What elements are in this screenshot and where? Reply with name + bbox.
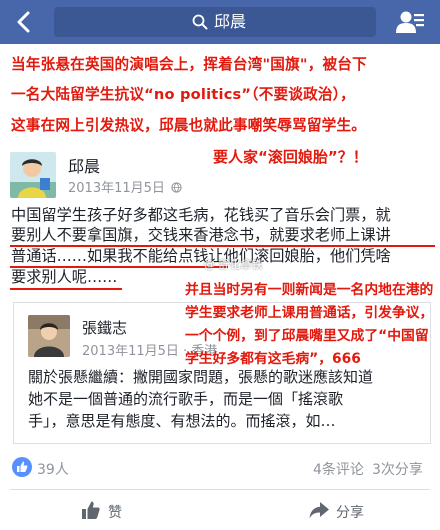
back-arrow-icon[interactable]: [10, 8, 38, 36]
shared-text-line-3: 手」，意思是有態度、有想法的。而搖滾，如…: [28, 412, 336, 430]
red-underline: [10, 266, 228, 268]
side-annotation-line-2: 学生要求老师上课用普通话，引发争议，: [185, 305, 434, 321]
post-date: 2013年11月5日: [68, 181, 165, 196]
side-annotation-line-4: 学生好多都有这毛病”，666: [185, 351, 361, 367]
share-count[interactable]: 3次分享: [372, 459, 423, 479]
divider: [10, 489, 430, 490]
shared-text-line-1: 關於張懸繼續：撇開國家問題，張懸的歌迷應該知道: [28, 368, 374, 386]
watermark: @ 舒化拿铁: [204, 258, 263, 271]
shared-author-name[interactable]: 張鐵志: [82, 317, 127, 338]
annotation-line-2: 一名大陆留学生抗议“no politics”（不要谈政治），: [11, 86, 355, 103]
annotation-line-1: 当年张悬在英国的演唱会上，挥着台湾"国旗"，被台下: [11, 56, 367, 73]
thumbs-up-icon: [82, 501, 100, 519]
share-button-label: 分享: [336, 505, 364, 521]
red-underline: [10, 288, 122, 290]
post-text-line-1: 中国留学生孩子好多都这毛病，花钱买了音乐会门票，就: [11, 206, 391, 224]
annotation-quote: 要人家“滚回娘胎”？！: [213, 148, 368, 166]
post-meta: 2013年11月5日: [68, 177, 182, 196]
post-text-line-4: 要求别人呢……: [11, 268, 118, 286]
globe-icon: [171, 182, 182, 193]
search-input[interactable]: 邱晨: [54, 7, 376, 37]
share-button[interactable]: 分享: [300, 493, 410, 527]
post-text-line-2: 要别人不要拿国旗，交钱来香港念书，就要求老师上课讲: [11, 226, 391, 244]
like-count[interactable]: 39人: [37, 459, 69, 479]
annotation-line-3: 这事在网上引发热议，邱晨也就此事嘲笑辱骂留学生。: [11, 117, 367, 134]
like-reaction-icon: [12, 457, 32, 477]
share-arrow-icon: [309, 502, 329, 519]
post-author-name[interactable]: 邱晨: [68, 153, 100, 177]
shared-post-card[interactable]: 張鐵志 2013年11月5日 · 香港 關於張懸繼續：撇開國家問題，張懸的歌迷應…: [13, 302, 431, 444]
search-query-text: 邱晨: [214, 12, 247, 31]
shared-author-avatar[interactable]: [28, 315, 70, 357]
shared-text-line-2: 她不是一個普通的流行歌手，而是一個「搖滾歌: [28, 390, 344, 408]
comment-count[interactable]: 4条评论: [313, 459, 364, 479]
like-button[interactable]: 赞: [72, 493, 182, 527]
red-underline: [10, 245, 435, 247]
top-bar: 邱晨: [0, 0, 440, 44]
friend-requests-icon[interactable]: [395, 9, 425, 35]
like-button-label: 赞: [108, 505, 122, 521]
side-annotation-line-3: 一个个例，到了邱晨嘴里又成了“中国留: [185, 328, 429, 344]
post-text-line-3: 普通话……如果我不能给点钱让他们滚回娘胎，他们凭啥: [11, 247, 391, 265]
search-icon: [192, 14, 208, 30]
side-annotation-line-1: 并且当时另有一则新闻是一名内地在港的: [185, 282, 434, 298]
author-avatar[interactable]: [10, 152, 56, 198]
